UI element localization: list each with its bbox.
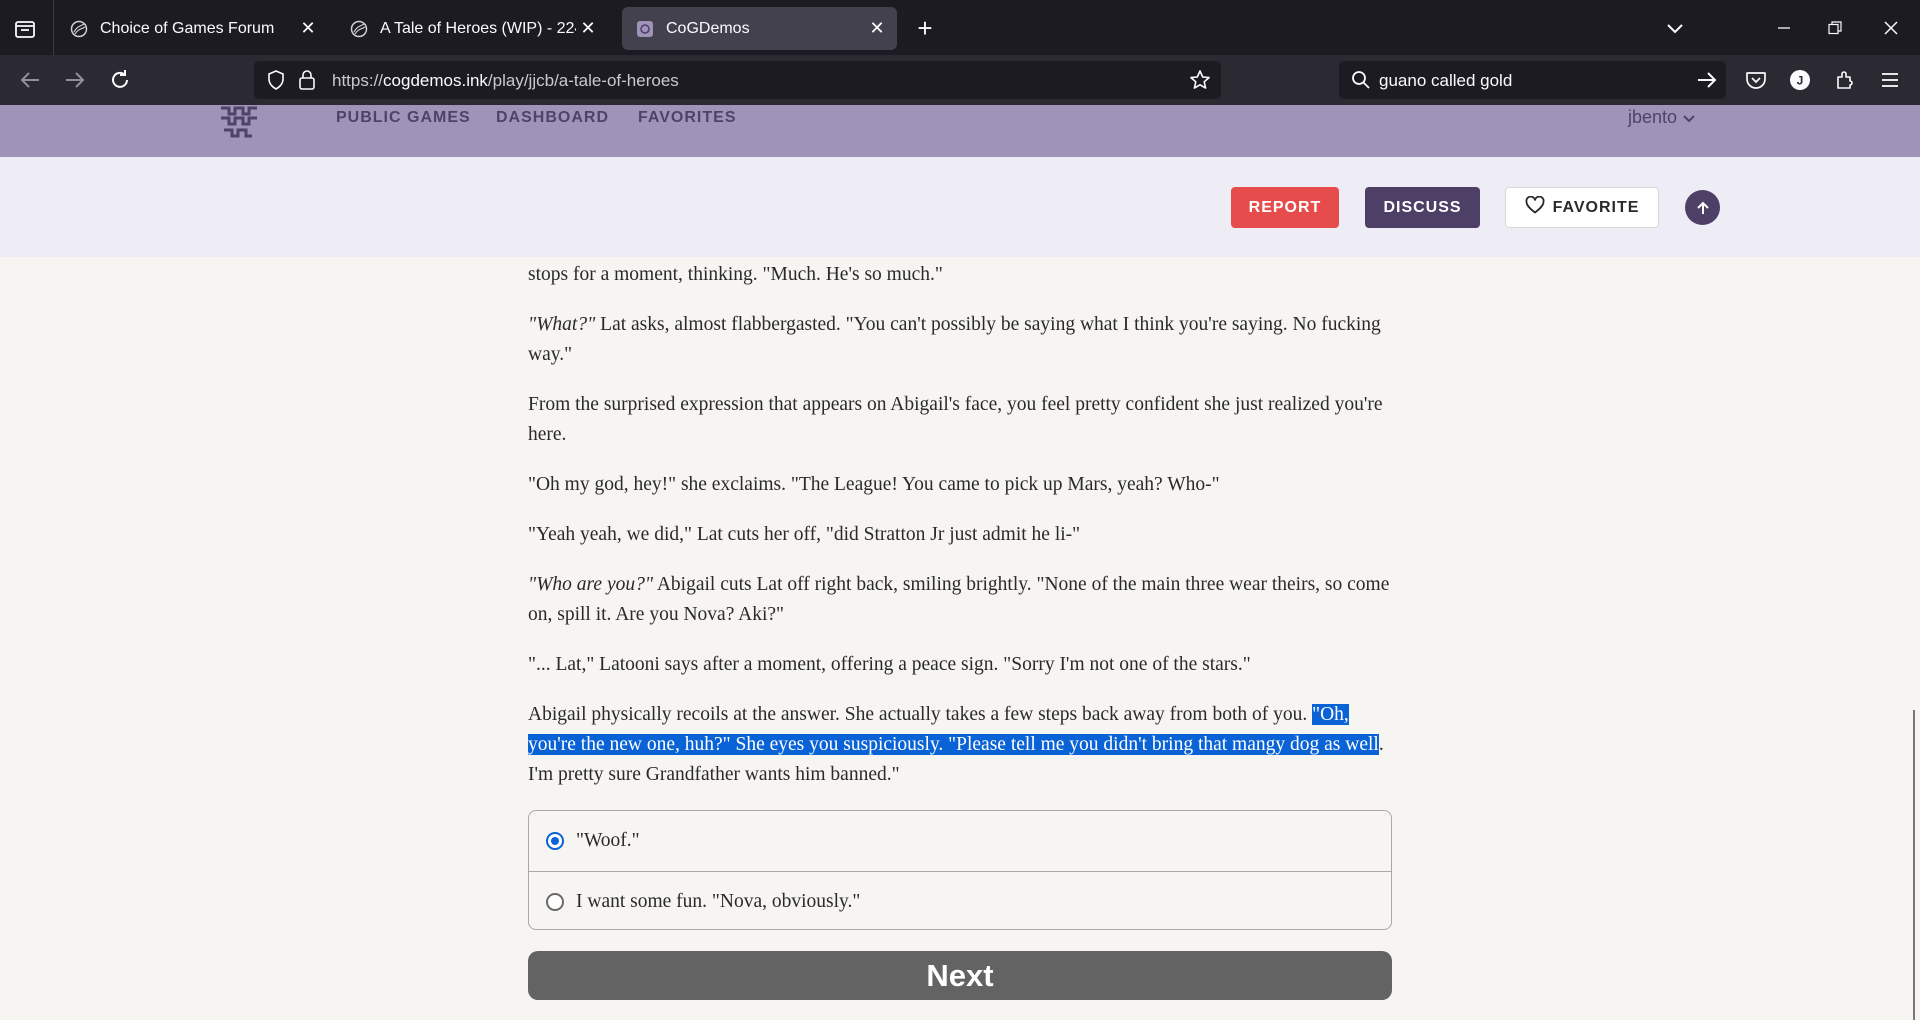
username: jbento (1628, 107, 1678, 127)
tab-title: CoGDemos (666, 19, 750, 37)
browser-nav-bar: https://cogdemos.ink/play/jjcb/a-tale-of… (0, 55, 1920, 105)
tab-cogdemos[interactable]: CoGDemos ✕ (622, 7, 897, 50)
tab-a-tale-of-heroes[interactable]: A Tale of Heroes (WIP) - 224k words ✕ (336, 7, 608, 50)
close-icon[interactable]: ✕ (576, 17, 600, 41)
game-action-bar: REPORT DISCUSS FAVORITE (0, 157, 1920, 257)
cogdemos-favicon-icon (636, 20, 654, 38)
url-bar[interactable]: https://cogdemos.ink/play/jjcb/a-tale-of… (254, 61, 1221, 99)
restore-icon[interactable] (1821, 14, 1849, 42)
nav-dashboard[interactable]: DASHBOARD (496, 109, 609, 127)
browser-tab-bar: Choice of Games Forum ✕ A Tale of Heroes… (0, 0, 1920, 55)
next-button[interactable]: Next (528, 951, 1392, 1000)
favorite-label: FAVORITE (1552, 198, 1640, 216)
url-text[interactable]: https://cogdemos.ink/play/jjcb/a-tale-of… (332, 71, 679, 91)
story-paragraph: "What?" Lat asks, almost flabbergasted. … (528, 310, 1392, 370)
choice-label: I want some fun. "Nova, obviously." (576, 890, 861, 912)
tab-title: A Tale of Heroes (WIP) - 224k words (380, 19, 576, 37)
story-paragraph: Abigail physically recoils at the answer… (528, 700, 1392, 790)
new-tab-plus-icon[interactable]: + (912, 15, 938, 42)
url-path: /play/jjcb/a-tale-of-heroes (487, 71, 679, 90)
story-paragraph: "... Lat," Latooni says after a moment, … (528, 654, 1251, 675)
close-icon[interactable]: ✕ (865, 17, 889, 41)
user-menu[interactable]: jbento (1628, 107, 1695, 128)
scroll-to-top-button[interactable] (1685, 190, 1720, 225)
lock-icon[interactable] (298, 69, 316, 96)
close-icon[interactable]: ✕ (296, 17, 320, 41)
story-span: Lat asks, almost flabbergasted. "You can… (528, 314, 1381, 365)
pocket-icon[interactable] (1743, 67, 1769, 93)
choice-label: "Woof." (576, 830, 640, 851)
nav-public-games[interactable]: PUBLIC GAMES (336, 109, 471, 127)
nav-favorites[interactable]: FAVORITES (638, 109, 737, 127)
cogdemos-logo-icon[interactable] (218, 105, 260, 141)
story-paragraph: From the surprised expression that appea… (528, 394, 1383, 445)
search-bar[interactable]: guano called gold (1339, 61, 1726, 99)
forum-favicon-icon (350, 20, 368, 38)
extensions-puzzle-icon[interactable] (1832, 67, 1858, 93)
go-arrow-icon[interactable] (1696, 70, 1718, 95)
url-scheme: https:// (332, 71, 384, 90)
favorite-button[interactable]: FAVORITE (1505, 187, 1659, 228)
list-all-tabs-chevron-icon[interactable] (1661, 14, 1689, 42)
story-span: Abigail physically recoils at the answer… (528, 704, 1313, 725)
tab-title: Choice of Games Forum (100, 19, 275, 37)
minimize-icon[interactable] (1770, 14, 1798, 42)
report-button[interactable]: REPORT (1231, 187, 1339, 228)
story-paragraph: "Yeah yeah, we did," Lat cuts her off, "… (528, 524, 1081, 545)
choice-option[interactable]: I want some fun. "Nova, obviously." (529, 871, 1391, 931)
radio-button[interactable] (546, 892, 564, 911)
story-emphasis: "Who are you?" (528, 574, 654, 595)
forum-favicon-icon (70, 20, 88, 38)
choice-list: "Woof." I want some fun. "Nova, obviousl… (528, 810, 1392, 930)
story-paragraph: "Who are you?" Abigail cuts Lat off righ… (528, 570, 1392, 630)
story-text: stops for a moment, thinking. "Much. He'… (528, 260, 1392, 810)
story-emphasis: "What?" (528, 314, 596, 335)
hamburger-menu-icon[interactable] (1877, 67, 1903, 93)
story-span: Abigail cuts Lat off right back, smiling… (528, 574, 1390, 625)
site-header: PUBLIC GAMES DASHBOARD FAVORITES jbento (0, 105, 1920, 157)
account-avatar-icon[interactable]: J (1787, 67, 1813, 93)
search-icon (1351, 70, 1371, 95)
svg-text:J: J (1797, 74, 1804, 88)
window-close-icon[interactable] (1877, 14, 1905, 42)
heart-icon (1525, 195, 1545, 219)
discuss-button[interactable]: DISCUSS (1365, 187, 1480, 228)
back-arrow-icon[interactable] (17, 67, 43, 93)
scrollbar-thumb[interactable] (1913, 710, 1915, 1020)
reload-icon[interactable] (107, 67, 133, 93)
radio-button-selected[interactable] (546, 832, 564, 850)
search-input[interactable]: guano called gold (1379, 71, 1512, 91)
tab-list-icon[interactable] (12, 16, 38, 42)
forward-arrow-icon[interactable] (62, 67, 88, 93)
chevron-down-icon (1683, 107, 1695, 128)
bookmark-star-icon[interactable] (1189, 69, 1211, 96)
story-paragraph: "Oh my god, hey!" she exclaims. "The Lea… (528, 474, 1220, 495)
tab-choice-of-games-forum[interactable]: Choice of Games Forum ✕ (56, 7, 328, 50)
url-host: cogdemos.ink (383, 71, 488, 90)
shield-icon[interactable] (266, 70, 286, 95)
arrow-up-icon (1695, 200, 1711, 216)
tab-separator (53, 0, 54, 55)
choice-option[interactable]: "Woof." (529, 811, 1391, 871)
story-paragraph: stops for a moment, thinking. "Much. He'… (528, 264, 943, 285)
